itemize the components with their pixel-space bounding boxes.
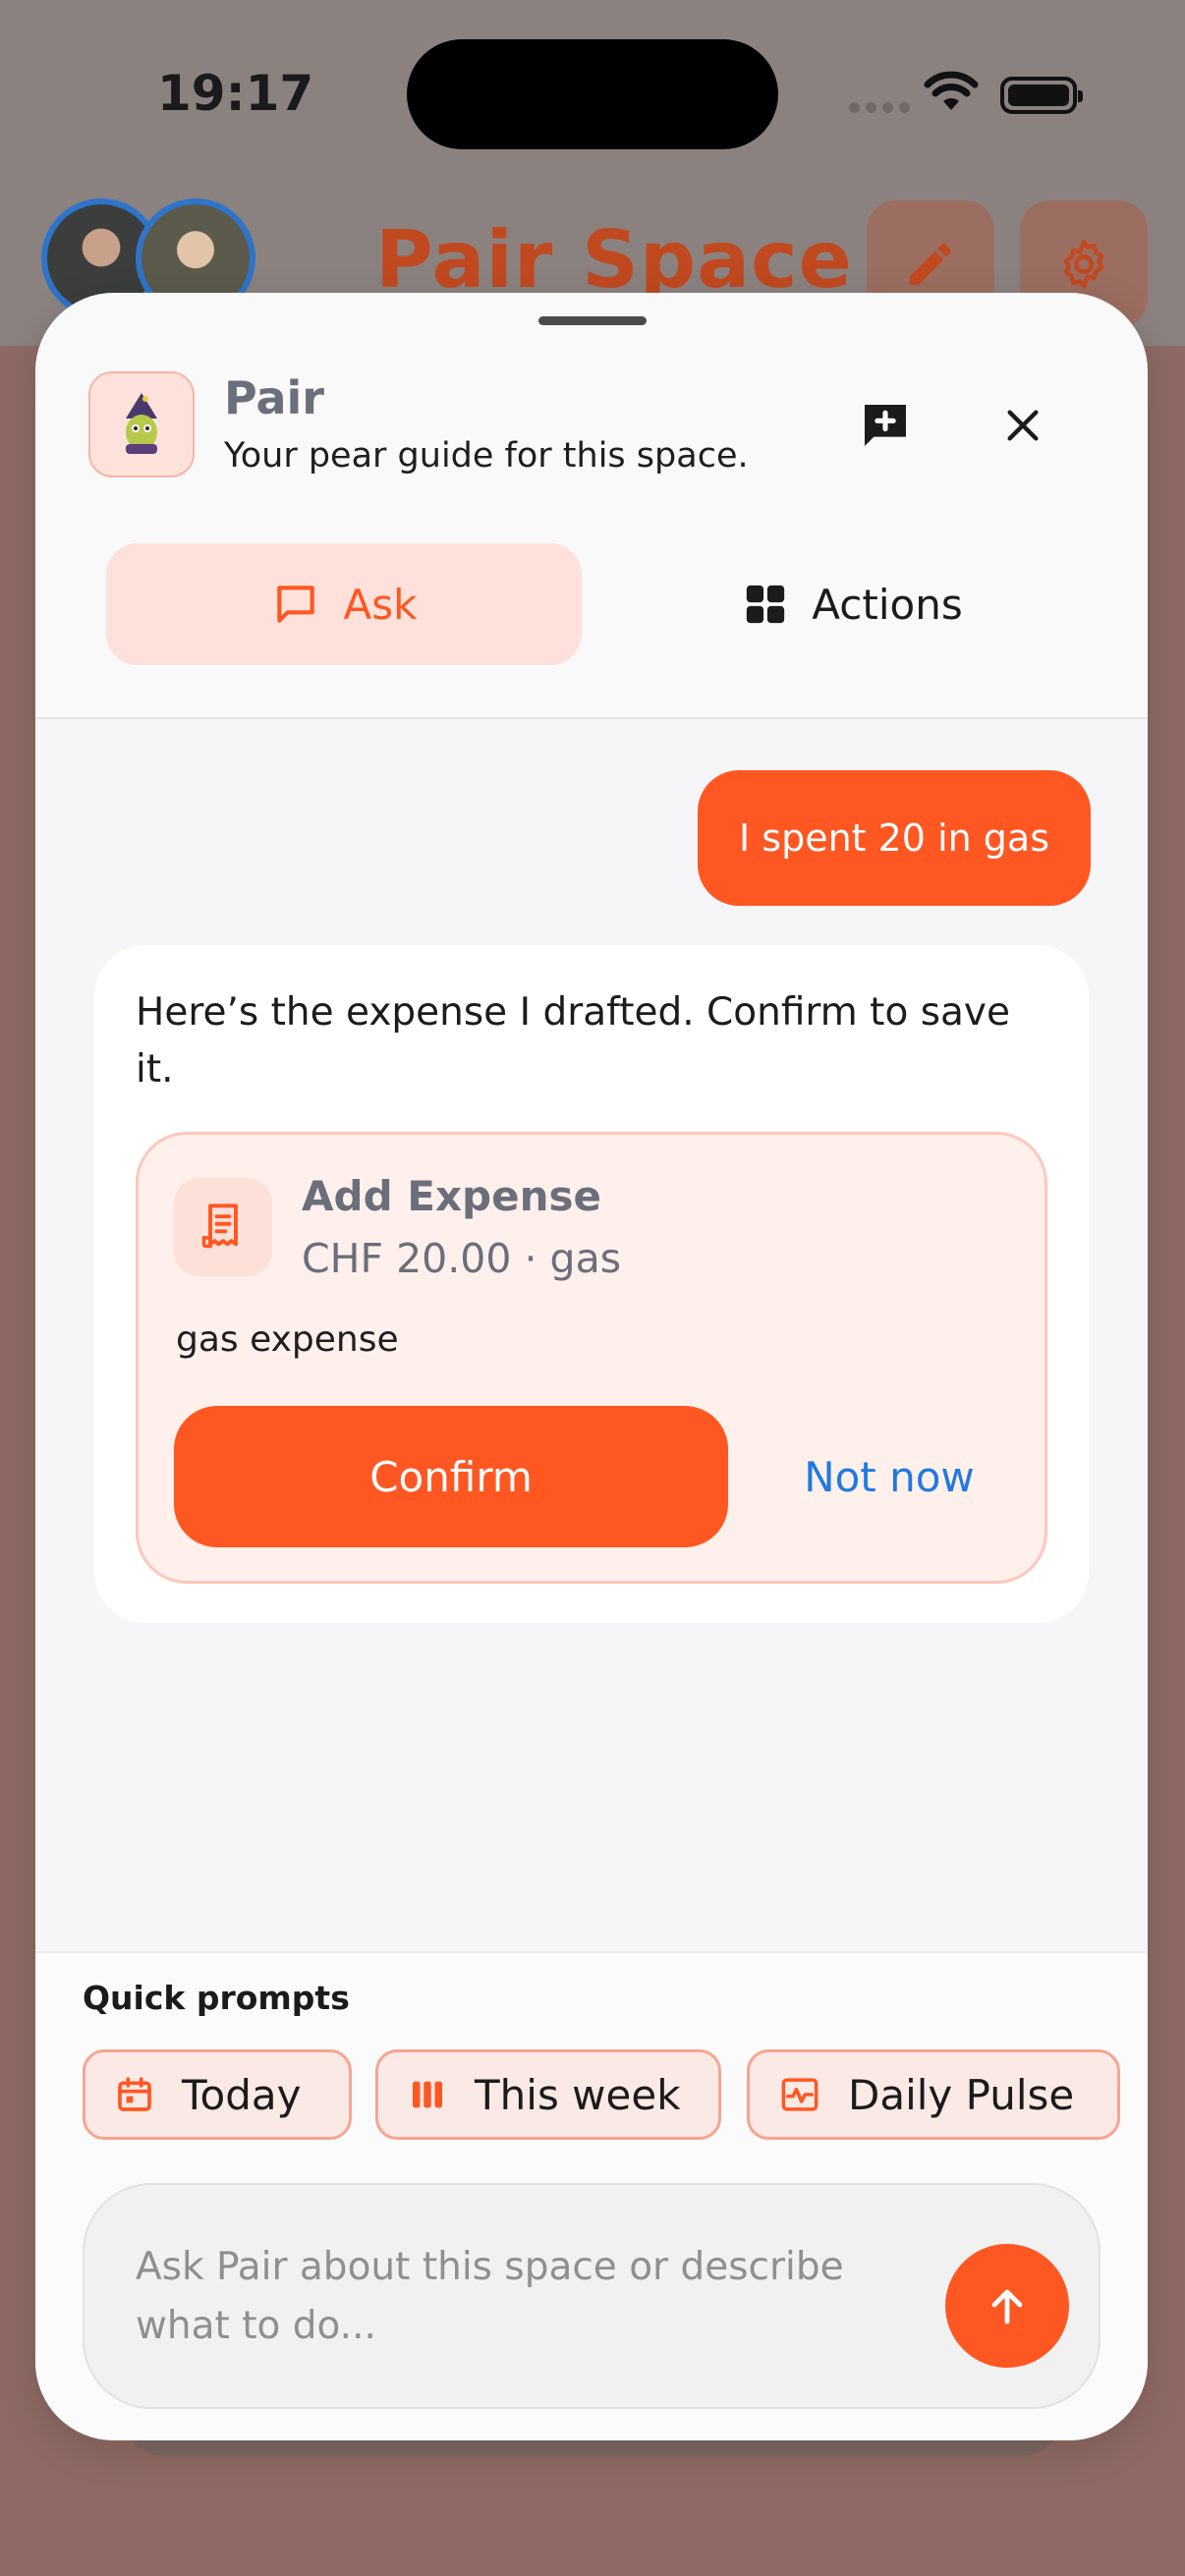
chat-bubble-icon (276, 586, 314, 623)
expense-description: gas expense (176, 1319, 399, 1360)
quick-prompt-label: This week (475, 2070, 681, 2119)
receipt-icon (201, 1204, 238, 1249)
new-chat-button[interactable] (851, 391, 920, 460)
quick-prompt-daily-pulse[interactable]: Daily Pulse (747, 2049, 1120, 2140)
tab-actions[interactable]: Actions (617, 543, 1089, 665)
cellular-signal-icon (849, 102, 910, 113)
message-input[interactable]: Ask Pair about this space or describe wh… (136, 2238, 922, 2356)
user-message: I spent 20 in gas (697, 770, 1091, 906)
gear-icon (1063, 239, 1104, 290)
add-comment-icon (865, 405, 906, 446)
wifi-icon (924, 71, 979, 110)
assistant-name: Pair (224, 371, 324, 424)
wizard-pear-avatar (126, 393, 157, 454)
sheet-grabber[interactable] (538, 316, 647, 325)
quick-prompt-label: Daily Pulse (848, 2070, 1075, 2119)
close-icon (1007, 410, 1039, 441)
pair-logo (88, 371, 195, 477)
status-bar: 19:17 (0, 0, 1185, 196)
quick-prompts-list[interactable]: Today This week Daily Pulse (83, 2049, 1144, 2144)
assistant-subtitle: Your pear guide for this space. (224, 436, 749, 476)
message-input-container: Ask Pair about this space or describe wh… (83, 2183, 1100, 2409)
quick-prompts-label: Quick prompts (83, 1979, 350, 2017)
grid-icon (747, 585, 785, 624)
dynamic-island (407, 39, 778, 149)
quick-prompt-today[interactable]: Today (83, 2049, 352, 2140)
quick-prompt-label: Today (182, 2070, 302, 2119)
mode-tabs: Ask Actions (106, 543, 1089, 665)
bars-icon (413, 2081, 442, 2108)
calendar-icon (118, 2077, 151, 2111)
battery-icon (1000, 77, 1083, 114)
tab-ask[interactable]: Ask (106, 543, 582, 665)
arrow-up-icon (991, 2289, 1023, 2324)
expense-draft-card: Add Expense CHF 20.00 · gas gas expense … (136, 1132, 1047, 1584)
expense-title: Add Expense (302, 1172, 601, 1220)
tab-actions-label: Actions (812, 580, 963, 629)
assistant-message-text: Here’s the expense I drafted. Confirm to… (136, 990, 1010, 1092)
tab-ask-label: Ask (343, 580, 418, 629)
expense-icon-box (174, 1178, 272, 1276)
send-button[interactable] (945, 2244, 1069, 2368)
assistant-sheet: Pair Your pear guide for this space. Ask… (35, 293, 1148, 2440)
not-now-button[interactable]: Not now (771, 1406, 1007, 1547)
pencil-icon (910, 243, 952, 285)
assistant-message: Here’s the expense I drafted. Confirm to… (94, 945, 1089, 1623)
expense-amount: CHF 20.00 · gas (302, 1235, 622, 1282)
confirm-button[interactable]: Confirm (174, 1406, 728, 1547)
quick-prompt-this-week[interactable]: This week (375, 2049, 721, 2140)
composer-area: Quick prompts Today This week Daily Puls… (35, 1951, 1148, 2440)
close-button[interactable] (988, 391, 1057, 460)
status-time: 19:17 (157, 65, 314, 122)
pulse-icon (781, 2078, 818, 2111)
